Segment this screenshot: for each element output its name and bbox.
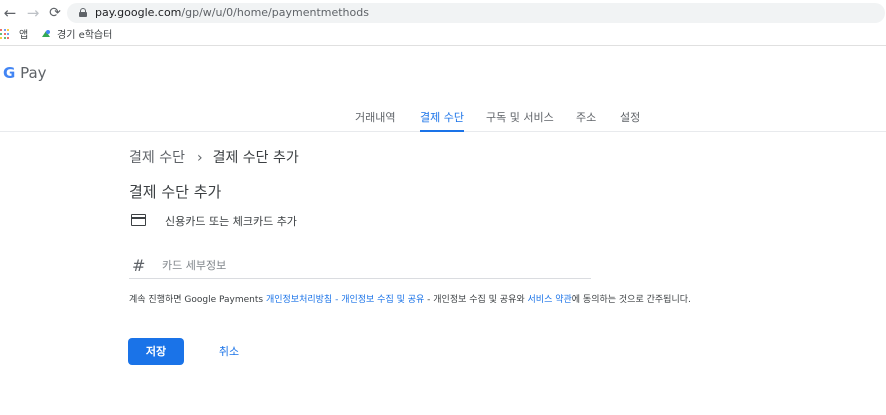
url-host: pay.google.com	[95, 6, 182, 19]
breadcrumb: 결제 수단 › 결제 수단 추가	[129, 147, 299, 167]
terms-of-service-link[interactable]: 서비스 약관	[528, 295, 572, 305]
url-path: /gp/w/u/0/home/paymentmethods	[181, 6, 369, 19]
google-g-logo: G	[3, 64, 16, 82]
consent-suffix: 에 동의하는 것으로 간주됩니다.	[571, 295, 691, 305]
bookmark-elearning[interactable]: 경기 e학습터	[57, 29, 112, 43]
cancel-button[interactable]: 취소	[210, 338, 248, 365]
tab-addresses[interactable]: 주소	[576, 109, 596, 131]
tab-settings[interactable]: 설정	[620, 109, 640, 131]
gpay-logo[interactable]: G Pay	[3, 63, 47, 83]
url-text[interactable]: pay.google.com/gp/w/u/0/home/paymentmeth…	[95, 6, 369, 19]
bookmark-apps[interactable]: 앱	[19, 29, 28, 43]
credit-card-icon	[131, 214, 146, 226]
apps-grid-icon[interactable]	[0, 29, 10, 39]
bookmarks-bar: 앱 경기 e학습터	[0, 26, 886, 46]
page-title: 결제 수단 추가	[129, 183, 222, 201]
privacy-policy-link[interactable]: 개인정보처리방침	[266, 295, 332, 305]
data-collection-link[interactable]: 개인정보 수집 및 공유	[341, 295, 424, 305]
tab-subscriptions-services[interactable]: 구독 및 서비스	[486, 109, 554, 131]
hash-icon: #	[132, 256, 146, 275]
pay-logo-text: Pay	[20, 64, 47, 82]
consent-separator: -	[332, 295, 342, 305]
breadcrumb-current: 결제 수단 추가	[212, 150, 299, 166]
card-details-input[interactable]	[162, 256, 582, 274]
chevron-right-icon: ›	[196, 150, 203, 166]
consent-text: 계속 진행하면 Google Payments 개인정보처리방침 - 개인정보 …	[129, 292, 691, 305]
consent-prefix: 계속 진행하면 Google Payments	[129, 295, 266, 305]
tab-transactions[interactable]: 거래내역	[355, 109, 395, 131]
card-details-field: #	[129, 253, 591, 279]
save-button[interactable]: 저장	[128, 338, 184, 365]
address-bar[interactable]: pay.google.com/gp/w/u/0/home/paymentmeth…	[67, 3, 885, 23]
browser-toolbar: ← → ⟳ pay.google.com/gp/w/u/0/home/payme…	[0, 0, 886, 26]
add-card-option-label: 신용카드 또는 체크카드 추가	[165, 215, 297, 228]
back-arrow-icon[interactable]: ←	[0, 3, 20, 23]
main-tabs: 거래내역 결제 수단 구독 및 서비스 주소 설정	[0, 105, 886, 132]
reload-icon[interactable]: ⟳	[45, 3, 65, 23]
forward-arrow-icon[interactable]: →	[23, 3, 43, 23]
tab-payment-methods[interactable]: 결제 수단	[420, 109, 464, 132]
lock-icon	[79, 8, 87, 17]
consent-middle: - 개인정보 수집 및 공유와	[424, 295, 528, 305]
breadcrumb-parent-link[interactable]: 결제 수단	[129, 150, 185, 166]
elearning-site-icon	[42, 30, 50, 37]
